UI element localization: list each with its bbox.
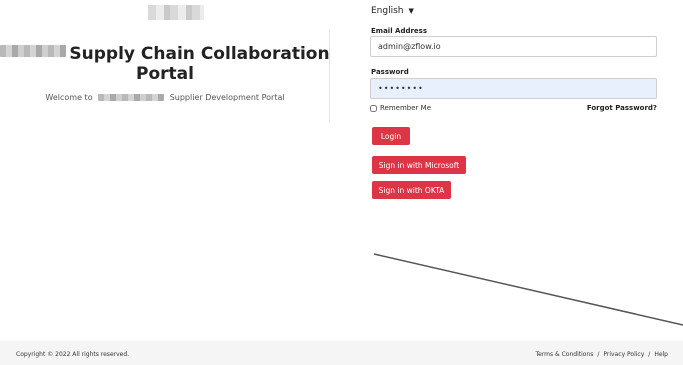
terms-link[interactable]: Terms & Conditions [535,351,593,358]
copyright-text: Copyright © 2022 All rights reserved. [16,351,130,358]
decorative-diagonal-line [373,253,683,326]
footer: Copyright © 2022 All rights reserved. Te… [0,341,683,365]
footer-links: Terms & Conditions / Privacy Policy / Help [535,351,668,358]
privacy-link[interactable]: Privacy Policy [603,351,644,358]
help-link[interactable]: Help [654,351,668,358]
